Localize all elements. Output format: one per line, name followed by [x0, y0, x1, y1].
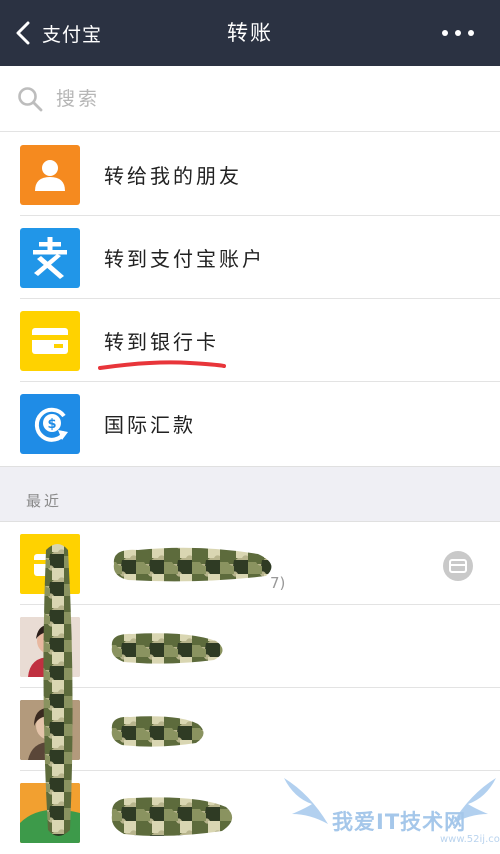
more-dots-icon[interactable]	[442, 28, 474, 38]
redacted-contact-name	[113, 547, 272, 582]
back-label: 支付宝	[42, 23, 103, 46]
redacted-contact-name	[111, 797, 233, 836]
site-watermark: 我爱IT技术网 www.52ij.com	[280, 774, 500, 854]
section-title: 最近	[26, 492, 63, 510]
menu-item-transfer-to-bank-card[interactable]: 转到银行卡	[0, 299, 500, 382]
menu-label: 转到银行卡	[104, 330, 219, 354]
svg-text:$: $	[47, 417, 56, 432]
redacted-contact-name	[111, 716, 204, 747]
recent-section-header: 最近	[0, 466, 500, 522]
watermark-url: www.52ij.com	[440, 834, 500, 845]
red-underline-annotation	[98, 360, 226, 370]
menu-label: 转到支付宝账户	[104, 247, 265, 271]
search-input[interactable]	[56, 84, 456, 114]
menu-item-transfer-to-friend[interactable]: 转给我的朋友	[0, 133, 500, 216]
bank-card-icon	[20, 311, 80, 371]
person-icon	[20, 145, 80, 205]
menu-label: 国际汇款	[104, 413, 196, 437]
watermark-text: 我爱IT技术网	[332, 810, 467, 834]
alipay-icon	[20, 228, 80, 288]
contact-detail: 7)	[270, 574, 286, 592]
menu-item-international-remittance[interactable]: $ 国际汇款	[0, 382, 500, 465]
search-bar	[0, 66, 500, 132]
menu-label: 转给我的朋友	[104, 164, 242, 188]
nav-bar: 支付宝 转账	[0, 0, 500, 66]
search-icon	[18, 87, 43, 112]
menu-item-transfer-to-alipay[interactable]: 转到支付宝账户	[0, 216, 500, 299]
redaction-stroke	[43, 544, 73, 836]
bank-card-badge-icon	[443, 551, 473, 581]
redacted-contact-name	[111, 633, 223, 664]
international-remit-icon: $	[20, 394, 80, 454]
chevron-left-icon	[16, 21, 30, 45]
back-button[interactable]: 支付宝	[14, 17, 102, 49]
